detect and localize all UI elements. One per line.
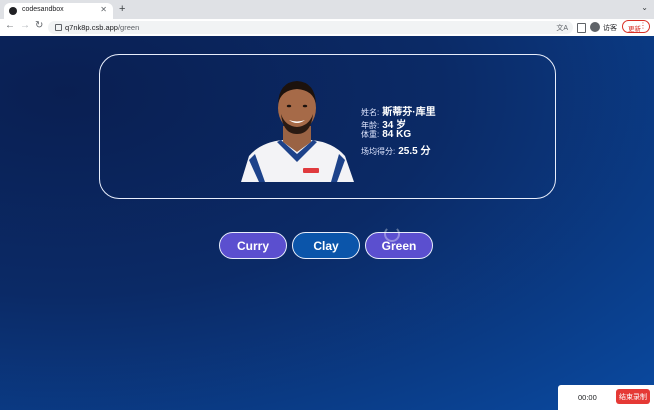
tab-search-chevron-icon[interactable]: ⌄ <box>641 3 648 12</box>
player-card: 姓名: 斯蒂芬·库里 年龄: 34 岁 体重: 84 KG 场均得分: 25.5… <box>99 54 556 199</box>
page-background: 姓名: 斯蒂芬·库里 年龄: 34 岁 体重: 84 KG 场均得分: 25.5… <box>0 36 654 410</box>
browser-toolbar: ← → ↻ q7nk8p.csb.app/green 文A 访客 更新 ⋮ <box>0 19 654 36</box>
name-label: 姓名: <box>361 108 380 117</box>
ppg-row: 场均得分: 25.5 分 <box>361 142 436 157</box>
profile-avatar-icon[interactable] <box>590 22 600 32</box>
update-button[interactable]: 更新 ⋮ <box>622 20 650 33</box>
ppg-value: 25.5 分 <box>398 146 431 157</box>
name-row: 姓名: 斯蒂芬·库里 <box>361 103 436 118</box>
address-bar[interactable]: q7nk8p.csb.app/green 文A <box>48 21 573 34</box>
back-arrow-icon[interactable]: ← <box>5 20 15 31</box>
weight-label: 体重: <box>361 130 380 139</box>
loading-spinner-icon <box>384 226 400 242</box>
player-info: 姓名: 斯蒂芬·库里 年龄: 34 岁 体重: 84 KG 场均得分: 25.5… <box>361 103 436 157</box>
clay-button[interactable]: Clay <box>292 232 360 259</box>
tab-strip: codesandbox ✕ + ⌄ <box>0 0 654 19</box>
tab-title: codesandbox <box>22 6 64 13</box>
stop-recording-button[interactable]: 结束录制 <box>616 389 650 404</box>
close-tab-icon[interactable]: ✕ <box>100 5 107 14</box>
more-menu-icon[interactable]: ⋮ <box>639 21 647 30</box>
lock-icon[interactable] <box>55 24 62 31</box>
weight-value: 84 KG <box>382 129 412 140</box>
player-photo <box>241 81 354 182</box>
recording-time: 00:00 <box>578 393 597 402</box>
new-tab-icon[interactable]: + <box>119 3 125 15</box>
reload-icon[interactable]: ↻ <box>35 20 43 31</box>
recorder-bar: 00:00 结束录制 <box>558 385 654 410</box>
browser-tab[interactable]: codesandbox ✕ <box>4 3 113 19</box>
translate-icon[interactable]: 文A <box>556 23 568 33</box>
ppg-label: 场均得分: <box>361 147 396 156</box>
side-panel-icon[interactable] <box>577 23 586 33</box>
forward-arrow-icon[interactable]: → <box>20 20 30 31</box>
url-text[interactable]: q7nk8p.csb.app/green <box>65 23 139 32</box>
profile-label[interactable]: 访客 <box>603 23 617 33</box>
curry-button[interactable]: Curry <box>219 232 287 259</box>
weight-row: 体重: 84 KG <box>361 129 436 142</box>
codesandbox-favicon-icon <box>9 7 17 15</box>
